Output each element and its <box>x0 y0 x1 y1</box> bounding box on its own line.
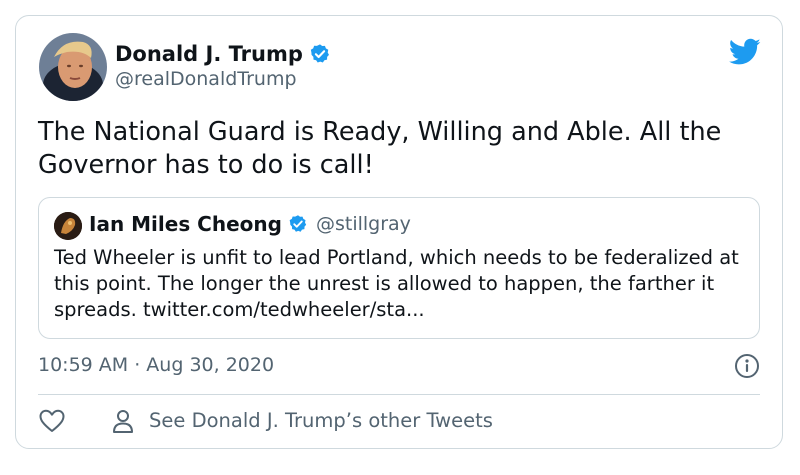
divider <box>38 394 760 395</box>
quoted-author-avatar[interactable] <box>54 212 82 240</box>
author-avatar[interactable] <box>39 33 107 101</box>
see-other-tweets-link[interactable]: See Donald J. Trump’s other Tweets <box>149 409 493 432</box>
twitter-bird-icon[interactable] <box>729 38 761 66</box>
author-name-row[interactable]: Donald J. Trump <box>115 42 331 66</box>
author-handle[interactable]: @realDonaldTrump <box>115 68 297 90</box>
author-display-name[interactable]: Donald J. Trump <box>115 42 303 66</box>
quoted-author-handle[interactable]: @stillgray <box>316 213 411 235</box>
tweet-text: The National Guard is Ready, Willing and… <box>38 117 722 180</box>
quoted-author-name[interactable]: Ian Miles Cheong <box>89 212 282 236</box>
quoted-author-row[interactable]: Ian Miles Cheong @stillgray <box>89 212 411 236</box>
verified-badge-icon <box>310 44 329 63</box>
tweet-timestamp[interactable]: 10:59 AM · Aug 30, 2020 <box>38 354 274 376</box>
info-icon[interactable] <box>734 353 760 379</box>
heart-icon[interactable] <box>38 408 66 434</box>
quoted-tweet-text: Ted Wheeler is unfit to lead Portland, w… <box>54 246 739 321</box>
embedded-tweet-card[interactable]: Donald J. Trump @realDonaldTrump The Nat… <box>15 15 783 449</box>
quoted-tweet[interactable]: Ian Miles Cheong @stillgray Ted Wheeler … <box>38 197 760 339</box>
verified-badge-icon <box>289 215 307 232</box>
user-icon[interactable] <box>111 408 135 434</box>
